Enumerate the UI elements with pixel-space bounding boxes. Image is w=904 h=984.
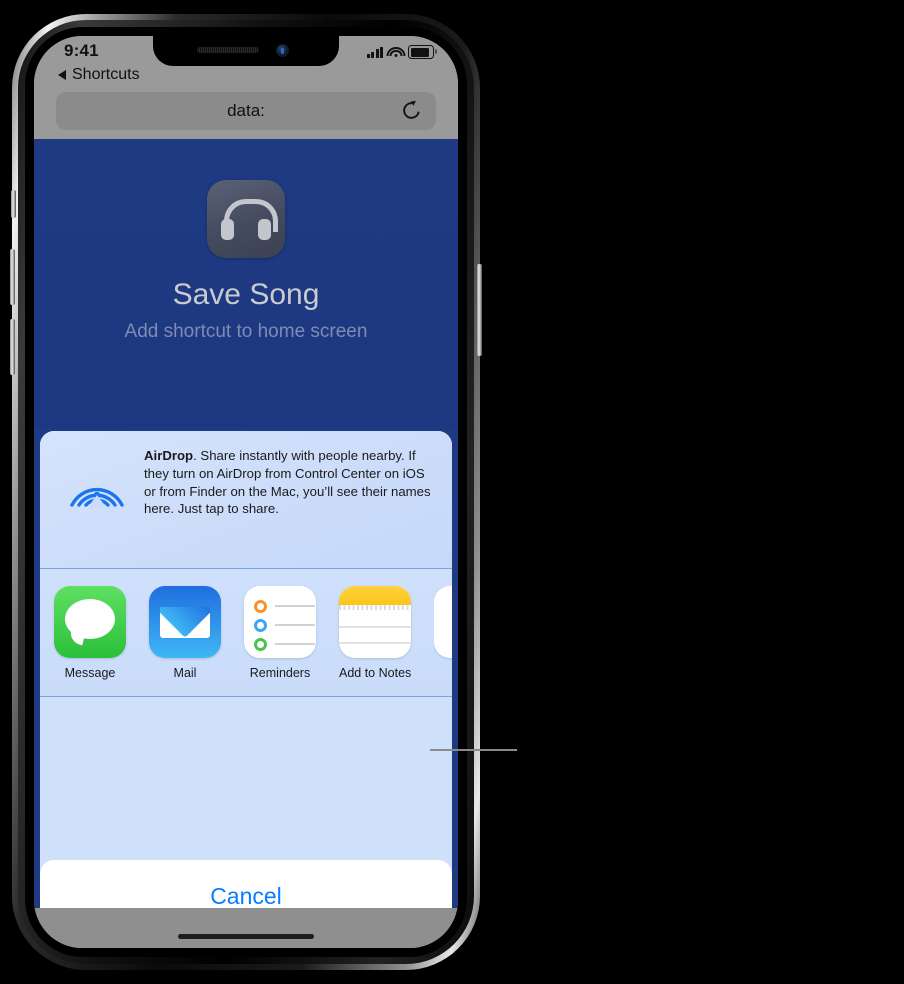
screenshot-stage: 9:41 Shortcuts data: Save Song Add short… <box>0 0 904 984</box>
share-target-partial[interactable] <box>434 586 452 680</box>
web-page: Save Song Add shortcut to home screen Ai… <box>34 139 458 948</box>
mute-switch[interactable] <box>11 190 16 218</box>
airdrop-section[interactable]: AirDrop. Share instantly with people nea… <box>40 431 452 569</box>
iphone-device: 9:41 Shortcuts data: Save Song Add short… <box>10 14 482 970</box>
home-indicator[interactable] <box>178 934 314 939</box>
volume-down-button[interactable] <box>10 319 15 375</box>
share-target-notes[interactable]: Add to Notes <box>339 586 411 680</box>
notes-icon <box>339 586 411 658</box>
page-title: Save Song <box>172 278 320 311</box>
airdrop-title: AirDrop <box>144 448 194 463</box>
page-subtitle: Add shortcut to home screen <box>124 321 368 342</box>
airdrop-description: AirDrop. Share instantly with people nea… <box>144 447 438 518</box>
url-bar[interactable]: data: <box>56 92 436 130</box>
device-screen: 9:41 Shortcuts data: Save Song Add short… <box>34 36 458 948</box>
back-to-shortcuts-link[interactable]: Shortcuts <box>58 66 140 84</box>
messages-icon <box>54 586 126 658</box>
share-target-label: Mail <box>173 666 197 680</box>
share-target-mail[interactable]: Mail <box>149 586 221 680</box>
power-button[interactable] <box>477 264 482 356</box>
callout-line <box>430 749 517 751</box>
share-target-label: Message <box>64 666 116 680</box>
volume-up-button[interactable] <box>10 249 15 305</box>
partial-app-icon <box>434 586 452 658</box>
share-target-label: Reminders <box>249 666 311 680</box>
app-share-row[interactable]: Message Mail Reminders Add to Notes <box>40 569 452 697</box>
status-time: 9:41 <box>64 41 99 60</box>
reload-icon[interactable] <box>401 100 422 121</box>
page-bottom-gray <box>34 908 458 948</box>
share-target-reminders[interactable]: Reminders <box>244 586 316 680</box>
hero-section: Save Song Add shortcut to home screen <box>34 139 458 427</box>
front-camera-icon <box>277 45 288 56</box>
wifi-icon <box>386 46 405 58</box>
back-label: Shortcuts <box>72 66 140 83</box>
airdrop-icon <box>66 449 128 511</box>
share-target-message[interactable]: Message <box>54 586 126 680</box>
share-sheet: AirDrop. Share instantly with people nea… <box>40 431 452 884</box>
status-indicators <box>366 45 437 59</box>
mail-icon <box>149 586 221 658</box>
back-triangle-icon <box>58 70 66 80</box>
cellular-bars-icon <box>366 46 383 58</box>
reminders-icon <box>244 586 316 658</box>
earpiece-speaker-icon <box>197 47 259 53</box>
app-strip: Message Mail Reminders Add to Notes <box>54 586 452 680</box>
notch <box>153 36 339 66</box>
url-text: data: <box>227 101 265 120</box>
cancel-label: Cancel <box>210 882 282 909</box>
headphones-icon <box>207 180 285 258</box>
battery-icon <box>408 45 437 59</box>
share-target-label: Add to Notes <box>339 666 412 680</box>
